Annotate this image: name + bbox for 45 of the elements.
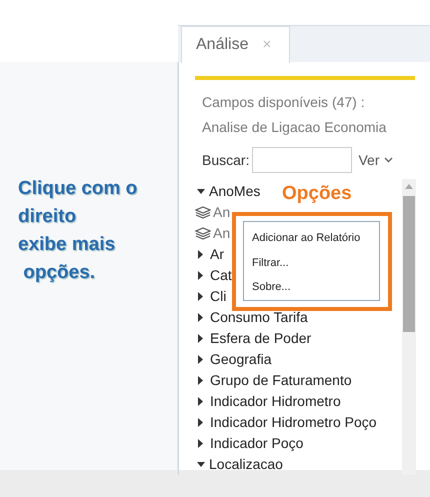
- collapsed-arrow-icon[interactable]: [198, 355, 204, 364]
- tree-item[interactable]: Ar: [210, 244, 224, 265]
- search-field[interactable]: [252, 147, 352, 173]
- tree-item[interactable]: An: [213, 202, 230, 223]
- callout-text: exibe mais: [18, 233, 116, 257]
- tab[interactable]: Análise ×: [181, 26, 290, 63]
- menu-item[interactable]: Filtrar...: [244, 250, 379, 276]
- expanded-arrow-icon[interactable]: [197, 188, 205, 194]
- menu-item[interactable]: Adicionar ao Relatório: [244, 226, 379, 251]
- collapsed-arrow-icon[interactable]: [198, 292, 204, 301]
- collapsed-arrow-icon[interactable]: [198, 397, 204, 406]
- scrollbar[interactable]: [402, 179, 416, 475]
- tree-item[interactable]: Indicador Poço: [210, 433, 304, 454]
- collapsed-arrow-icon[interactable]: [198, 313, 204, 322]
- collapsed-arrow-icon[interactable]: [198, 418, 204, 427]
- tree-item[interactable]: AnoMes: [209, 181, 260, 202]
- view-menu[interactable]: Ver: [358, 150, 394, 170]
- callout-text: Clique com o: [18, 177, 138, 201]
- tree-item[interactable]: Consumo Tarifa: [210, 307, 308, 328]
- callout-text: opções.: [22, 261, 96, 285]
- search-label: Buscar:: [202, 150, 250, 170]
- callout-text: direito: [18, 205, 78, 229]
- chevron-down-icon: [384, 157, 394, 163]
- layers-icon: [195, 206, 211, 219]
- panel-heading: Campos disponíveis (47) :: [202, 93, 366, 112]
- expanded-arrow-icon[interactable]: [197, 462, 205, 468]
- tree-item[interactable]: Cli: [210, 286, 226, 307]
- collapsed-arrow-icon[interactable]: [198, 439, 204, 448]
- collapsed-arrow-icon[interactable]: [198, 376, 204, 385]
- annotation-label: Opções: [282, 183, 352, 204]
- tree-item[interactable]: Grupo de Faturamento: [210, 370, 352, 391]
- tree-item[interactable]: Esfera de Poder: [210, 328, 312, 349]
- scrollbar-thumb[interactable]: [403, 196, 415, 332]
- layers-icon: [195, 227, 211, 240]
- panel-subheading: Analise de Ligacao Economia: [202, 118, 388, 137]
- menu-item[interactable]: Sobre...: [244, 275, 379, 300]
- collapsed-arrow-icon[interactable]: [198, 334, 204, 343]
- tree-item[interactable]: Indicador Hidrometro Poço: [210, 412, 377, 433]
- tree-item[interactable]: Indicador Hidrometro: [210, 391, 341, 412]
- tree-item[interactable]: Cat: [210, 265, 232, 286]
- collapsed-arrow-icon[interactable]: [198, 271, 204, 280]
- tree-item[interactable]: Localizacao: [209, 454, 283, 475]
- collapsed-arrow-icon[interactable]: [198, 250, 204, 259]
- tree-item[interactable]: An: [213, 223, 230, 244]
- tree-item[interactable]: Geografia: [210, 349, 272, 370]
